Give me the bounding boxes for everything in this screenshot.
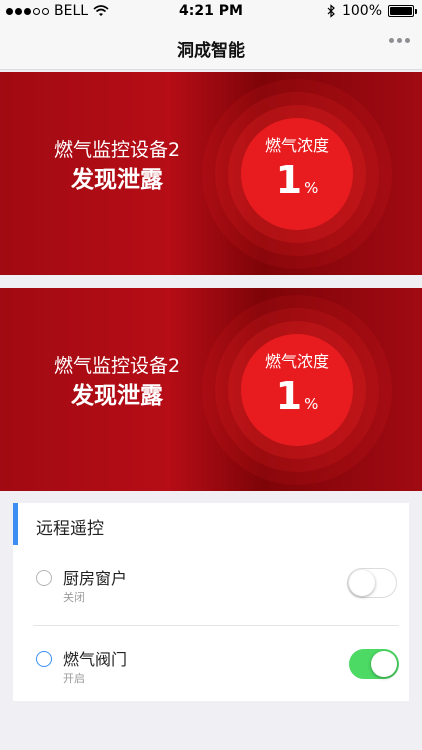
battery-percent: 100% (341, 3, 382, 19)
nav-bar: 洞成智能 (0, 24, 422, 70)
control-item-state: 开启 (63, 672, 85, 685)
section-accent-bar (13, 503, 18, 545)
gas-valve-toggle[interactable] (349, 649, 399, 679)
control-item-state: 关闭 (63, 591, 85, 604)
more-icon[interactable] (389, 38, 410, 43)
toggle-knob (371, 651, 397, 677)
bluetooth-icon (327, 4, 335, 18)
page-title: 洞成智能 (177, 41, 245, 61)
remote-control-panel: 远程遥控 厨房窗户 关闭 燃气阀门 开启 (13, 503, 409, 701)
gauge-number: 1 (275, 158, 303, 202)
gauge-label: 燃气浓度 (264, 352, 329, 371)
kitchen-window-toggle[interactable] (347, 568, 397, 598)
alert-status: 发现泄露 (71, 383, 163, 409)
status-right: 100% (327, 3, 417, 19)
alert-text: 燃气监控设备2 发现泄露 (42, 138, 192, 196)
status-bar: BELL 4:21 PM 100% (0, 0, 422, 24)
gauge-label: 燃气浓度 (264, 136, 329, 155)
control-item-gas-valve[interactable]: 燃气阀门 开启 (33, 625, 399, 705)
radio-icon[interactable] (36, 570, 52, 586)
alert-text: 燃气监控设备2 发现泄露 (42, 354, 192, 412)
battery-icon (388, 5, 417, 17)
gauge-value: 1% (237, 158, 357, 202)
control-item-kitchen-window[interactable]: 厨房窗户 关闭 (13, 545, 409, 625)
gauge-unit: % (304, 179, 319, 197)
toggle-knob (349, 570, 375, 596)
control-item-name: 燃气阀门 (63, 650, 128, 669)
alert-status: 发现泄露 (71, 167, 163, 193)
gauge-value: 1% (237, 374, 357, 418)
section-title: 远程遥控 (36, 519, 104, 539)
gas-alert-card[interactable]: 燃气监控设备2 发现泄露 燃气浓度 1% (0, 288, 422, 491)
gauge-unit: % (304, 395, 319, 413)
gas-alert-card[interactable]: 燃气监控设备2 发现泄露 燃气浓度 1% (0, 72, 422, 275)
device-name: 燃气监控设备2 (53, 355, 181, 377)
radio-icon[interactable] (36, 651, 52, 667)
device-name: 燃气监控设备2 (53, 139, 181, 161)
gauge-number: 1 (275, 374, 303, 418)
control-item-name: 厨房窗户 (63, 569, 128, 588)
